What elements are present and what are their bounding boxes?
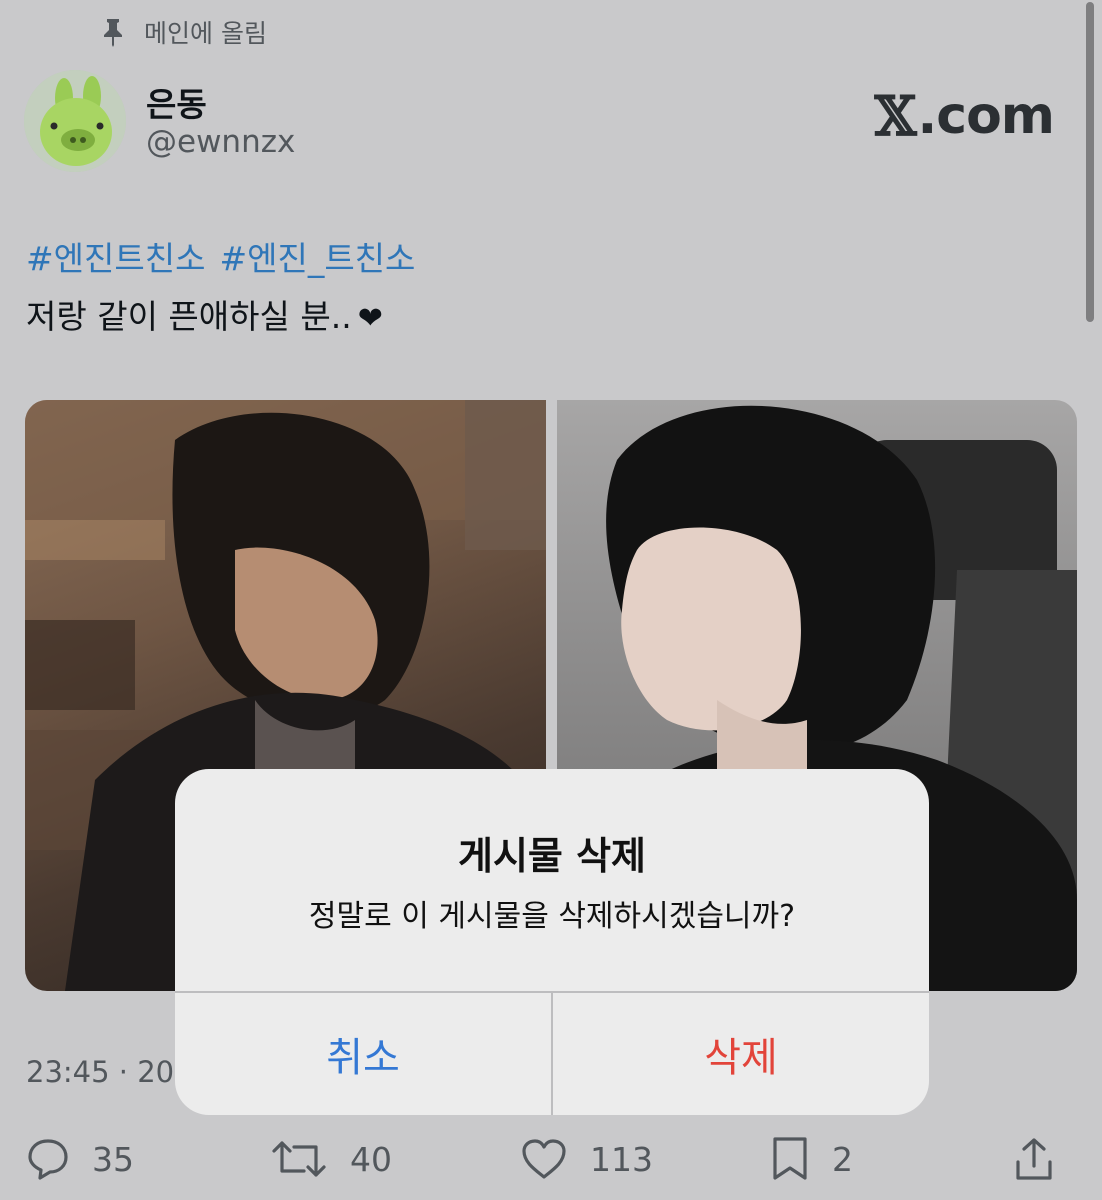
alert-title: 게시물 삭제	[457, 834, 647, 878]
pinned-label: 메인에 올림	[144, 19, 267, 48]
hashtag-link[interactable]: #엔진_트친소	[219, 239, 415, 278]
reply-icon	[26, 1137, 70, 1181]
x-logo-icon: 𝕏	[874, 84, 917, 148]
delete-button[interactable]: 삭제	[553, 993, 929, 1115]
like-button[interactable]: 113	[520, 1128, 653, 1190]
tweet-timestamp[interactable]: 23:45 · 20	[26, 1055, 174, 1089]
reply-button[interactable]: 35	[26, 1128, 134, 1190]
display-name[interactable]: 은동	[146, 78, 207, 126]
site-brand: 𝕏 .com	[874, 84, 1055, 148]
scrollbar[interactable]	[1086, 2, 1094, 322]
share-button[interactable]	[1014, 1128, 1054, 1190]
user-handle[interactable]: @ewnnzx	[146, 124, 295, 160]
alert-message: 정말로 이 게시물을 삭제하시겠습니까?	[308, 899, 796, 934]
share-icon	[1014, 1136, 1054, 1182]
bookmark-count: 2	[832, 1139, 853, 1179]
cancel-button[interactable]: 취소	[175, 993, 551, 1115]
heart-emoji: ❤	[357, 301, 383, 336]
bookmark-icon	[770, 1136, 810, 1182]
tweet-actions: 35 40 113 2	[0, 1128, 1102, 1190]
like-count: 113	[590, 1139, 653, 1179]
hashtag-row: #엔진트친소 #엔진_트친소	[26, 232, 429, 280]
pinned-indicator: 메인에 올림	[100, 14, 267, 50]
retweet-count: 40	[350, 1139, 392, 1179]
tweet-text-body: 저랑 같이 픈애하실 분..	[26, 297, 352, 336]
tweet-text: 저랑 같이 픈애하실 분.. ❤	[26, 290, 383, 338]
pin-icon	[100, 17, 126, 47]
retweet-icon	[270, 1137, 328, 1181]
reply-count: 35	[92, 1139, 134, 1179]
delete-alert-dialog: 게시물 삭제 정말로 이 게시물을 삭제하시겠습니까? 취소 삭제	[175, 769, 929, 1115]
bookmark-button[interactable]: 2	[770, 1128, 853, 1190]
hashtag-link[interactable]: #엔진트친소	[26, 239, 205, 278]
brand-domain: .com	[917, 86, 1055, 146]
like-icon	[520, 1137, 568, 1181]
avatar[interactable]	[24, 70, 126, 172]
retweet-button[interactable]: 40	[270, 1128, 392, 1190]
